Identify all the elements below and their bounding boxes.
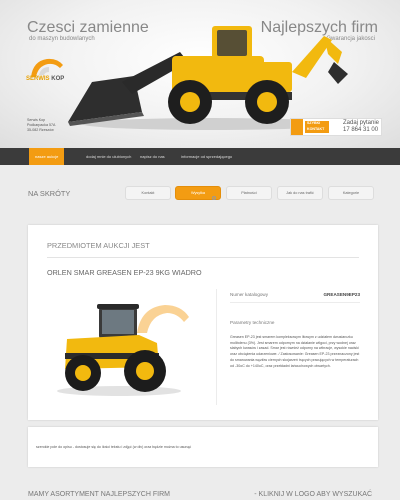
catalog-number-label: Numer katalogowy — [230, 292, 269, 297]
shortcuts-label: NA SKRÓTY — [28, 189, 71, 198]
shortcut-categories-button[interactable]: Kategorie — [328, 186, 374, 200]
technical-parameters-label: Parametry techniczne — [230, 320, 275, 325]
nav-item-auctions[interactable]: nasze aukcje — [29, 148, 65, 165]
nav-item-seller-info[interactable]: informacje od sprzedającego — [175, 148, 238, 165]
brands-heading: MAMY ASORTYMENT NAJLEPSZYCH FIRM — [28, 491, 170, 498]
brands-hint: - KLIKNIJ W LOGO ABY WYSZUKAĆ — [254, 491, 372, 498]
quick-contact-box[interactable]: SZYBKI KONTAKT Zadaj pytanie 17 864 31 0… — [290, 118, 382, 136]
shortcut-directions-button[interactable]: Jak do nas trafić — [277, 186, 323, 200]
header: Czesci zamienne do maszyn budowlanych Na… — [0, 0, 400, 148]
quick-contact-label: SZYBKI KONTAKT — [305, 121, 329, 133]
main-nav: nasze aukcje dodaj mnie do ulubionych na… — [0, 148, 400, 165]
wheel-loader-image — [68, 26, 348, 130]
description-box-text: szerokie pole do opisu - dostosuje się d… — [36, 445, 192, 449]
shortcut-bar: Kontakt Wysyłka Płatności Jak do nas tra… — [120, 186, 385, 200]
vertical-divider — [216, 289, 217, 405]
nav-item-favorites[interactable]: dodaj mnie do ulubionych — [80, 148, 137, 165]
catalog-number-value: GREASEN9EP23 — [323, 292, 360, 297]
product-title: ORLEN SMAR GREASEN EP-23 9KG WIADRO — [47, 268, 202, 277]
shortcut-payments-button[interactable]: Płatności — [226, 186, 272, 200]
product-description: Greasen EP-23 jest smarem kompleksowym l… — [230, 335, 360, 368]
nav-item-contact[interactable]: napisz do nas — [134, 148, 171, 165]
logo-text-a: SERWIS — [26, 76, 50, 82]
auction-heading: PRZEDMIOTEM AUKCJI JEST — [47, 241, 150, 250]
logo-text: SERWIS KOP — [26, 76, 64, 82]
company-address: Serwis Kop Podkarpacka 57A 35-082 Rzeszó… — [27, 118, 55, 133]
tractor-image[interactable] — [47, 293, 197, 398]
mail-icon — [291, 119, 303, 135]
ask-question-text: Zadaj pytanie — [343, 120, 380, 126]
shortcut-contact-button[interactable]: Kontakt — [125, 186, 171, 200]
divider — [47, 257, 359, 258]
auction-card: PRZEDMIOTEM AUKCJI JEST ORLEN SMAR GREAS… — [28, 225, 378, 420]
address-line-city: 35-082 Rzeszów — [27, 128, 54, 132]
description-box: szerokie pole do opisu - dostosuje się d… — [28, 427, 378, 467]
cursor-icon — [212, 196, 216, 200]
contact-phone: 17 864 31 00 — [343, 127, 379, 133]
divider — [230, 302, 360, 303]
